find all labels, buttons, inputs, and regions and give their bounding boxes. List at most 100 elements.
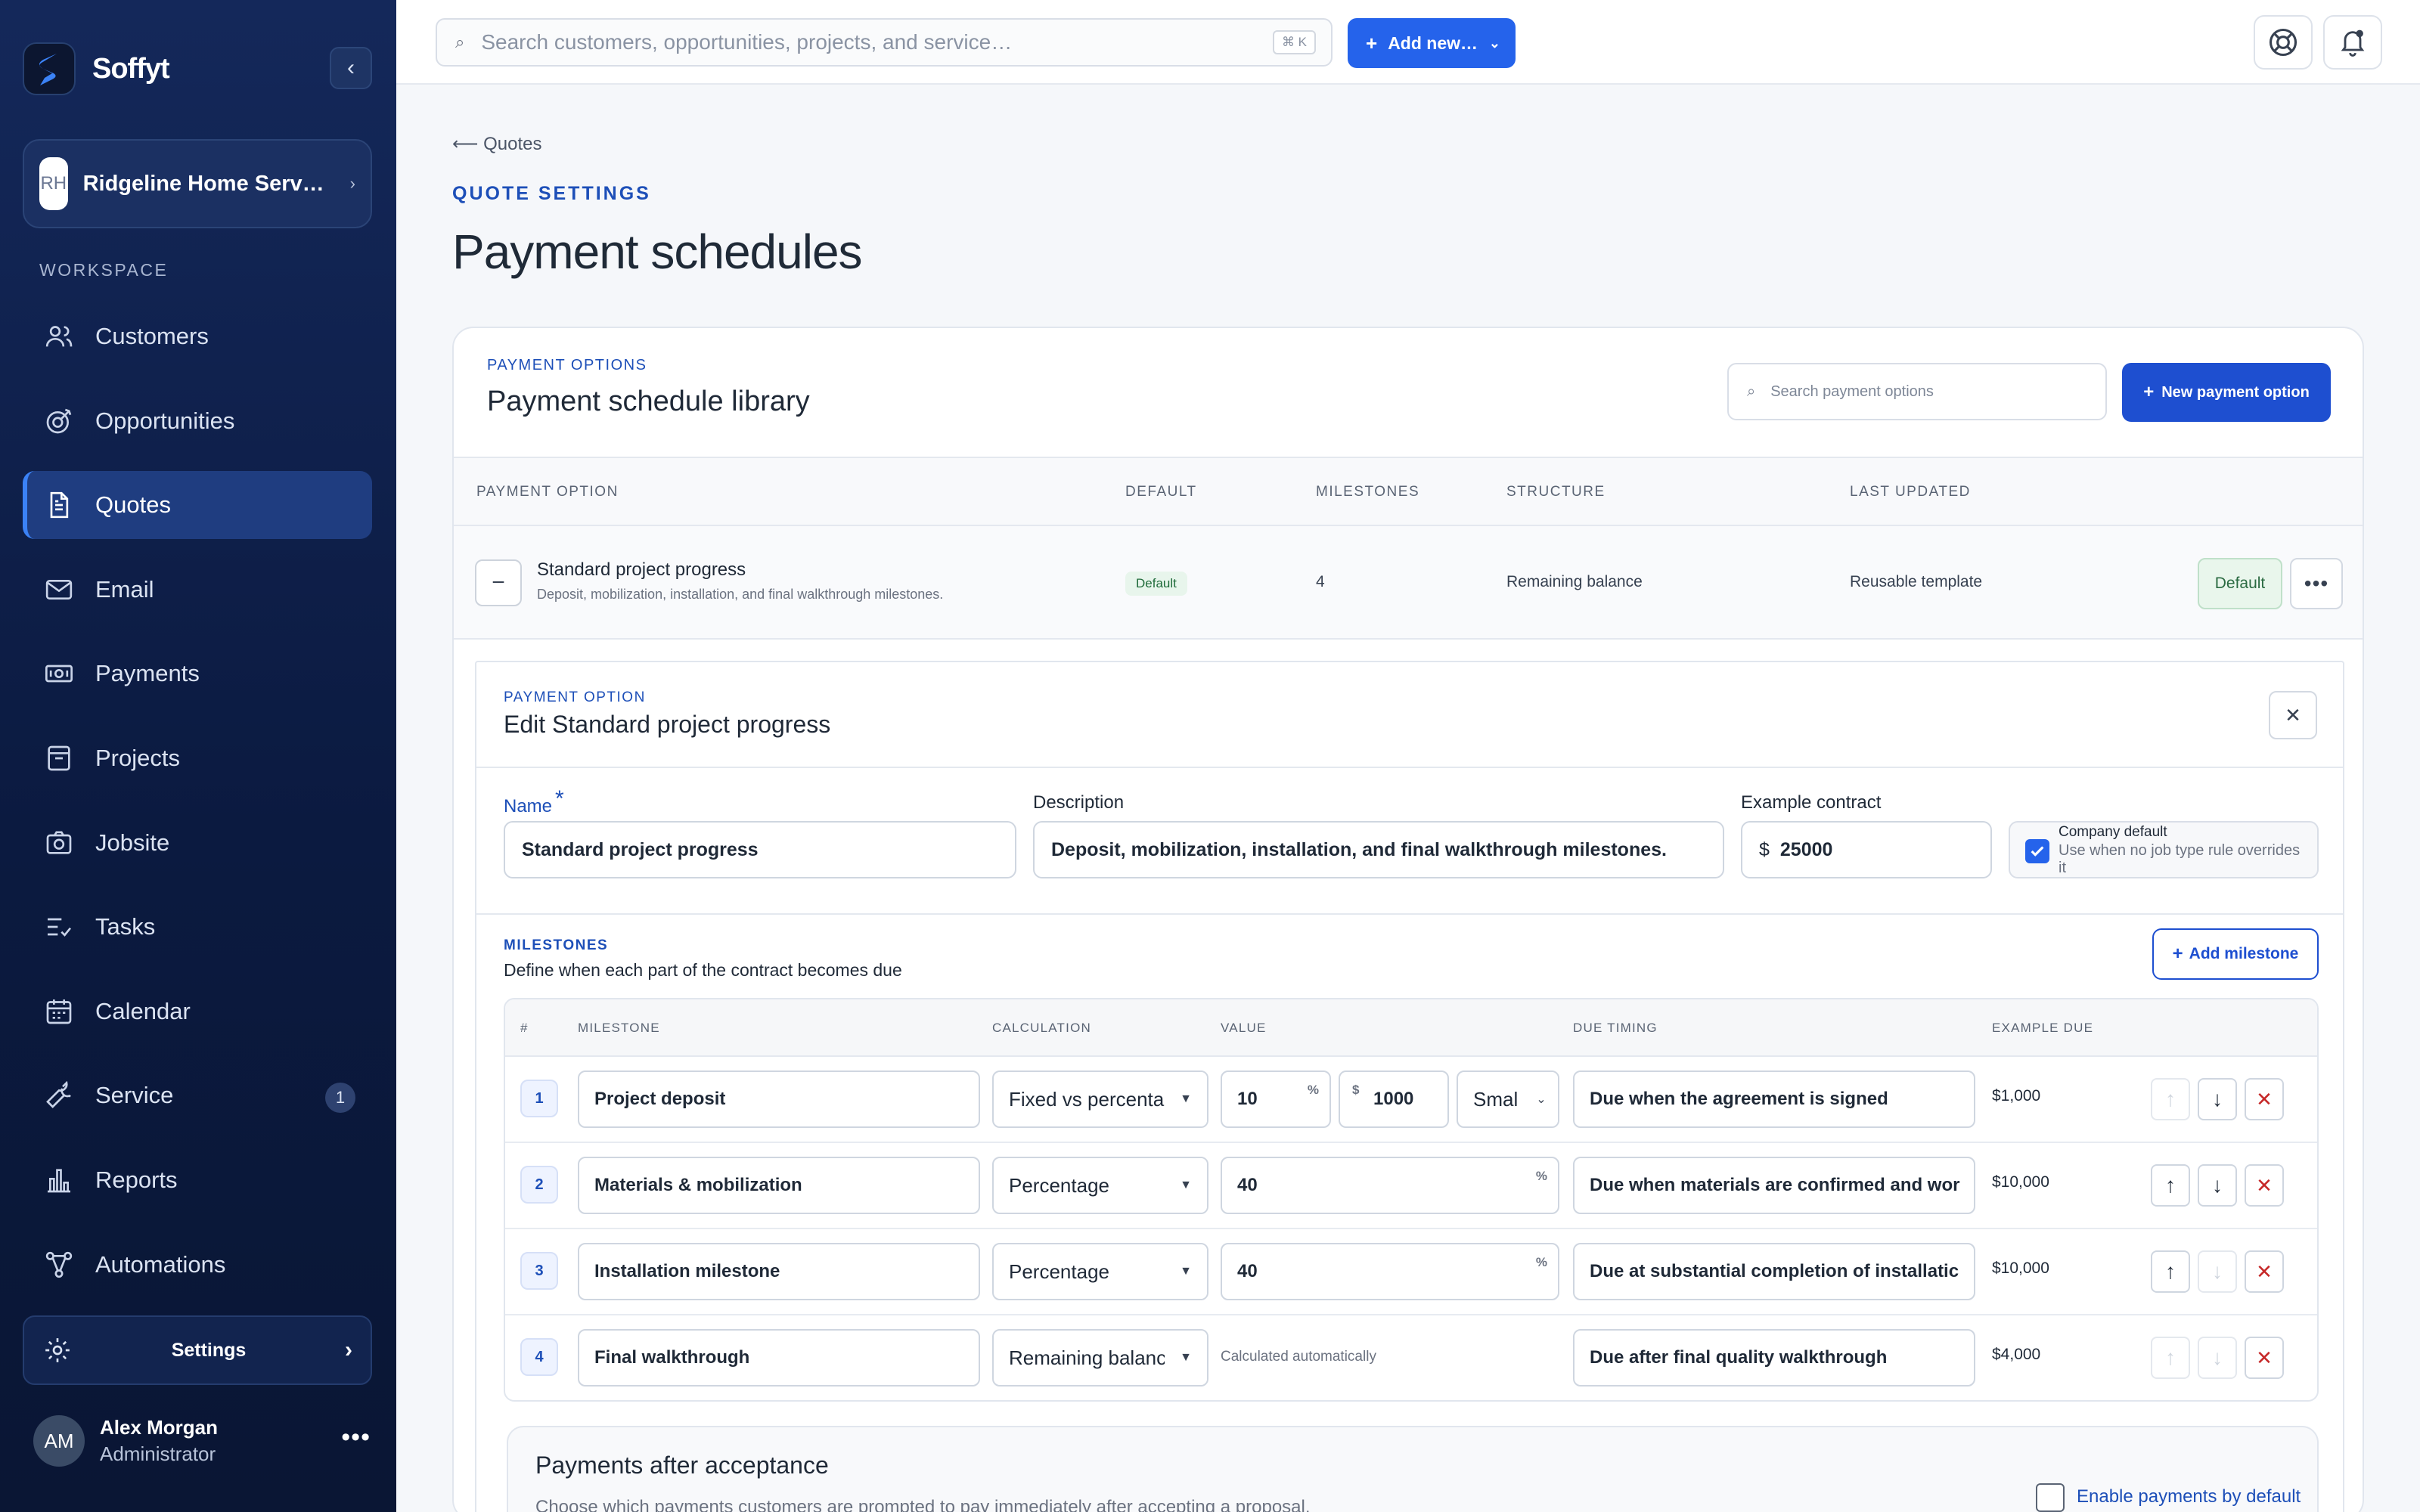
sidebar-item-opportunities[interactable]: Opportunities: [23, 387, 372, 455]
sidebar-item-projects[interactable]: Projects: [23, 724, 372, 792]
collapse-sidebar-button[interactable]: ‹: [330, 47, 372, 89]
percent-value-input[interactable]: 10%: [1221, 1070, 1331, 1128]
add-milestone-button[interactable]: + Add milestone: [2152, 928, 2319, 980]
milestone-name-input[interactable]: Final walkthrough: [578, 1329, 980, 1387]
delete-milestone-button[interactable]: ✕: [2245, 1250, 2284, 1293]
due-timing-input[interactable]: Due when materials are confirmed and wor: [1573, 1157, 1975, 1214]
user-role: Administrator: [100, 1442, 216, 1465]
search-placeholder: Search payment options: [1770, 383, 1934, 400]
checklist-icon: [42, 910, 76, 943]
workspace-section-label: WORKSPACE: [39, 260, 169, 280]
add-new-button[interactable]: + Add new… ⌄: [1348, 18, 1516, 68]
row-actions-button[interactable]: •••: [2290, 558, 2343, 609]
top-bar: ⌕ Search customers, opportunities, proje…: [396, 0, 2420, 85]
back-link[interactable]: ⟵ Quotes: [452, 133, 541, 155]
amount-value-input[interactable]: $1000: [1339, 1070, 1449, 1128]
arrow-up-icon: ↑: [2165, 1259, 2176, 1283]
move-up-button[interactable]: ↑: [2151, 1250, 2190, 1293]
close-editor-button[interactable]: ✕: [2269, 691, 2317, 739]
column-header: EXAMPLE DUE: [1992, 1021, 2094, 1035]
help-button[interactable]: [2254, 15, 2313, 70]
sidebar-item-automations[interactable]: Automations: [23, 1231, 372, 1299]
arrow-up-icon: ↑: [2165, 1087, 2176, 1111]
rule-select[interactable]: Smal ⌄: [1457, 1070, 1559, 1128]
move-up-button[interactable]: ↑: [2151, 1078, 2190, 1120]
move-up-button[interactable]: ↑: [2151, 1337, 2190, 1379]
user-menu[interactable]: AM Alex Morgan Administrator •••: [33, 1415, 371, 1467]
arrow-down-icon: ↓: [2212, 1173, 2223, 1197]
sidebar-item-payments[interactable]: Payments: [23, 640, 372, 708]
search-icon: ⌕: [1747, 383, 1756, 400]
due-timing-input[interactable]: Due when the agreement is signed: [1573, 1070, 1975, 1128]
example-contract-field[interactable]: $ 25000: [1741, 821, 1992, 878]
percent-unit: %: [1307, 1083, 1319, 1097]
delete-milestone-button[interactable]: ✕: [2245, 1078, 2284, 1120]
company-default-toggle[interactable]: Company default Use when no job type rul…: [2009, 821, 2319, 878]
calculation-value: Percentage: [1009, 1259, 1109, 1283]
sidebar-item-quotes[interactable]: Quotes: [23, 471, 372, 540]
enable-payments-label[interactable]: Enable payments by default: [2077, 1486, 2301, 1507]
move-down-button[interactable]: ↓: [2198, 1337, 2237, 1379]
enable-payments-checkbox[interactable]: [2036, 1483, 2065, 1512]
milestone-name-input[interactable]: Materials & mobilization: [578, 1157, 980, 1214]
sidebar-item-reports[interactable]: Reports: [23, 1146, 372, 1214]
plus-icon: +: [1366, 31, 1378, 54]
service-count-badge: 1: [325, 1083, 355, 1114]
global-search-input[interactable]: ⌕ Search customers, opportunities, proje…: [436, 18, 1333, 67]
percent-value-input[interactable]: 40%: [1221, 1157, 1559, 1214]
sidebar-item-label: Opportunities: [95, 407, 235, 434]
percent-value-input[interactable]: 40%: [1221, 1243, 1559, 1300]
organization-switcher[interactable]: RH Ridgeline Home Serv… ›: [23, 139, 372, 228]
name-field[interactable]: Standard project progress: [504, 821, 1016, 878]
sidebar-item-label: Tasks: [95, 913, 156, 940]
move-down-button[interactable]: ↓: [2198, 1250, 2237, 1293]
milestone-name-input[interactable]: Project deposit: [578, 1070, 980, 1128]
move-down-button[interactable]: ↓: [2198, 1078, 2237, 1120]
target-icon: [42, 404, 76, 438]
example-contract-label: Example contract: [1741, 792, 1882, 813]
table-row[interactable]: − Standard project progress Deposit, mob…: [454, 526, 2363, 640]
percent-unit: %: [1535, 1169, 1547, 1183]
description-field[interactable]: Deposit, mobilization, installation, and…: [1033, 821, 1724, 878]
sidebar-item-service[interactable]: Service 1: [23, 1061, 372, 1129]
back-label: Quotes: [483, 134, 542, 154]
sidebar-item-tasks[interactable]: Tasks: [23, 893, 372, 961]
due-timing-input[interactable]: Due after final quality walkthrough: [1573, 1329, 1975, 1387]
delete-milestone-button[interactable]: ✕: [2245, 1164, 2284, 1207]
calculation-select[interactable]: Fixed vs percenta ▼: [992, 1070, 1208, 1128]
edit-payment-option-panel: PAYMENT OPTION Edit Standard project pro…: [475, 661, 2344, 1512]
sidebar-item-email[interactable]: Email: [23, 556, 372, 624]
due-timing-input[interactable]: Due at substantial completion of install…: [1573, 1243, 1975, 1300]
milestone-name-input[interactable]: Installation milestone: [578, 1243, 980, 1300]
column-header: STRUCTURE: [1506, 484, 1606, 500]
cash-icon: [42, 657, 76, 690]
new-payment-option-button[interactable]: + New payment option: [2122, 363, 2331, 422]
move-up-button[interactable]: ↑: [2151, 1164, 2190, 1207]
payment-options-search-input[interactable]: ⌕ Search payment options: [1727, 363, 2107, 420]
move-down-button[interactable]: ↓: [2198, 1164, 2237, 1207]
sidebar-item-customers[interactable]: Customers: [23, 302, 372, 370]
sidebar-item-settings[interactable]: Settings ›: [23, 1315, 372, 1385]
set-default-button[interactable]: Default: [2198, 558, 2282, 609]
bell-icon: [2338, 27, 2368, 57]
sidebar-item-calendar[interactable]: Calendar: [23, 978, 372, 1046]
required-marker: *: [555, 786, 564, 811]
calculation-select[interactable]: Percentage ▼: [992, 1243, 1208, 1300]
company-default-checkbox[interactable]: [2025, 839, 2049, 863]
brand[interactable]: Soffyt: [23, 42, 170, 95]
milestones-count: 4: [1316, 573, 1325, 590]
chevron-right-icon: ›: [349, 174, 355, 193]
description-field-label: Description: [1033, 792, 1125, 813]
column-header: LAST UPDATED: [1850, 484, 1971, 500]
more-options-icon[interactable]: •••: [341, 1423, 371, 1452]
collapse-row-button[interactable]: −: [475, 559, 522, 606]
delete-milestone-button[interactable]: ✕: [2245, 1337, 2284, 1379]
calculation-select[interactable]: Remaining balanc ▼: [992, 1329, 1208, 1387]
example-due-value: $4,000: [1992, 1346, 2041, 1363]
more-horizontal-icon: •••: [2304, 572, 2329, 595]
divider: [476, 913, 2343, 915]
sidebar-item-jobsite[interactable]: Jobsite: [23, 809, 372, 877]
new-payment-option-label: New payment option: [2161, 383, 2310, 401]
notifications-button[interactable]: [2323, 15, 2382, 70]
calculation-select[interactable]: Percentage ▼: [992, 1157, 1208, 1214]
